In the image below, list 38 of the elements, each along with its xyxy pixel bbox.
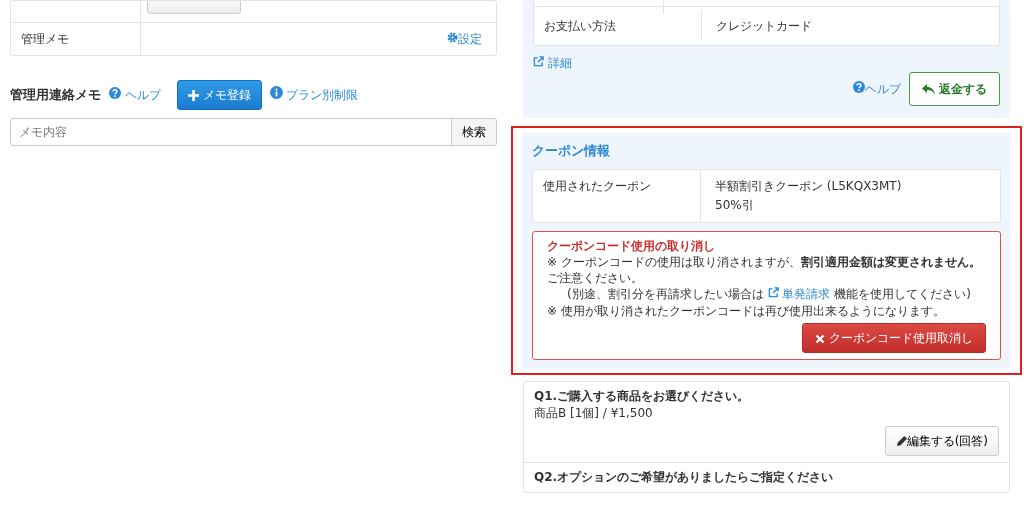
close-icon [815, 333, 826, 344]
memo-search-field[interactable]: メモ内容 [10, 118, 452, 146]
external-link-icon [767, 287, 779, 299]
question-text: Q1.ご購入する商品をお選びください。 [534, 388, 751, 405]
help-icon [109, 87, 121, 99]
notice-text: ※ 使用が取り消されたクーポンコードは再び使用出来るようになります。 [547, 302, 946, 319]
answer-text: 商品B [1個] / ¥1,500 [534, 404, 654, 422]
info-icon [269, 86, 283, 99]
single-charge-link[interactable]: 単発請求 [767, 287, 831, 302]
pencil-icon [895, 435, 907, 447]
question-text: Q2.オプションのご希望がありましたらご指定ください [534, 469, 835, 487]
search-button[interactable]: 検索 [452, 118, 497, 146]
help-icon [852, 81, 865, 93]
help-link[interactable]: ヘルプ [852, 80, 901, 98]
cancel-coupon-button[interactable]: クーポンコード使用取消し [802, 322, 986, 353]
refund-button[interactable]: 返金する [908, 72, 1000, 106]
settings-link[interactable]: 設定 [447, 32, 482, 46]
notice-text: ご注意ください。 [547, 270, 644, 287]
notice-text: ※ クーポンコードの使用は取り消されますが、割引適用金額は変更されません。 [547, 254, 982, 271]
notice-title: クーポンコード使用の取り消し [547, 237, 716, 255]
details-link[interactable]: 詳細 [533, 54, 572, 72]
plan-limit-link[interactable]: プラン別制限 [269, 86, 359, 104]
section-title: クーポン情報 [532, 142, 611, 160]
row-label: 管理メモ [11, 23, 141, 55]
row-value: 50%引 [715, 196, 755, 214]
help-link[interactable]: ヘルプ [109, 86, 161, 104]
external-link-icon [533, 56, 544, 67]
reply-icon [921, 84, 935, 95]
row-value: 半額割引きクーポン (L5KQX3MT) [715, 177, 903, 195]
gear-icon [447, 32, 458, 43]
section-title: 管理用連絡メモ [10, 86, 101, 105]
notice-text: (別途、割引分を再請求したい場合は 単発請求 機能を使用してください) [566, 286, 972, 303]
row-value: クレジットカード [715, 18, 813, 35]
row-label: 使用されたクーポン [533, 169, 701, 222]
add-memo-button[interactable]: メモ登録 [176, 80, 262, 110]
edit-answer-button[interactable]: 編集する(回答) [884, 425, 999, 457]
row-label: お支払い方法 [534, 10, 702, 42]
plus-icon [187, 90, 199, 101]
